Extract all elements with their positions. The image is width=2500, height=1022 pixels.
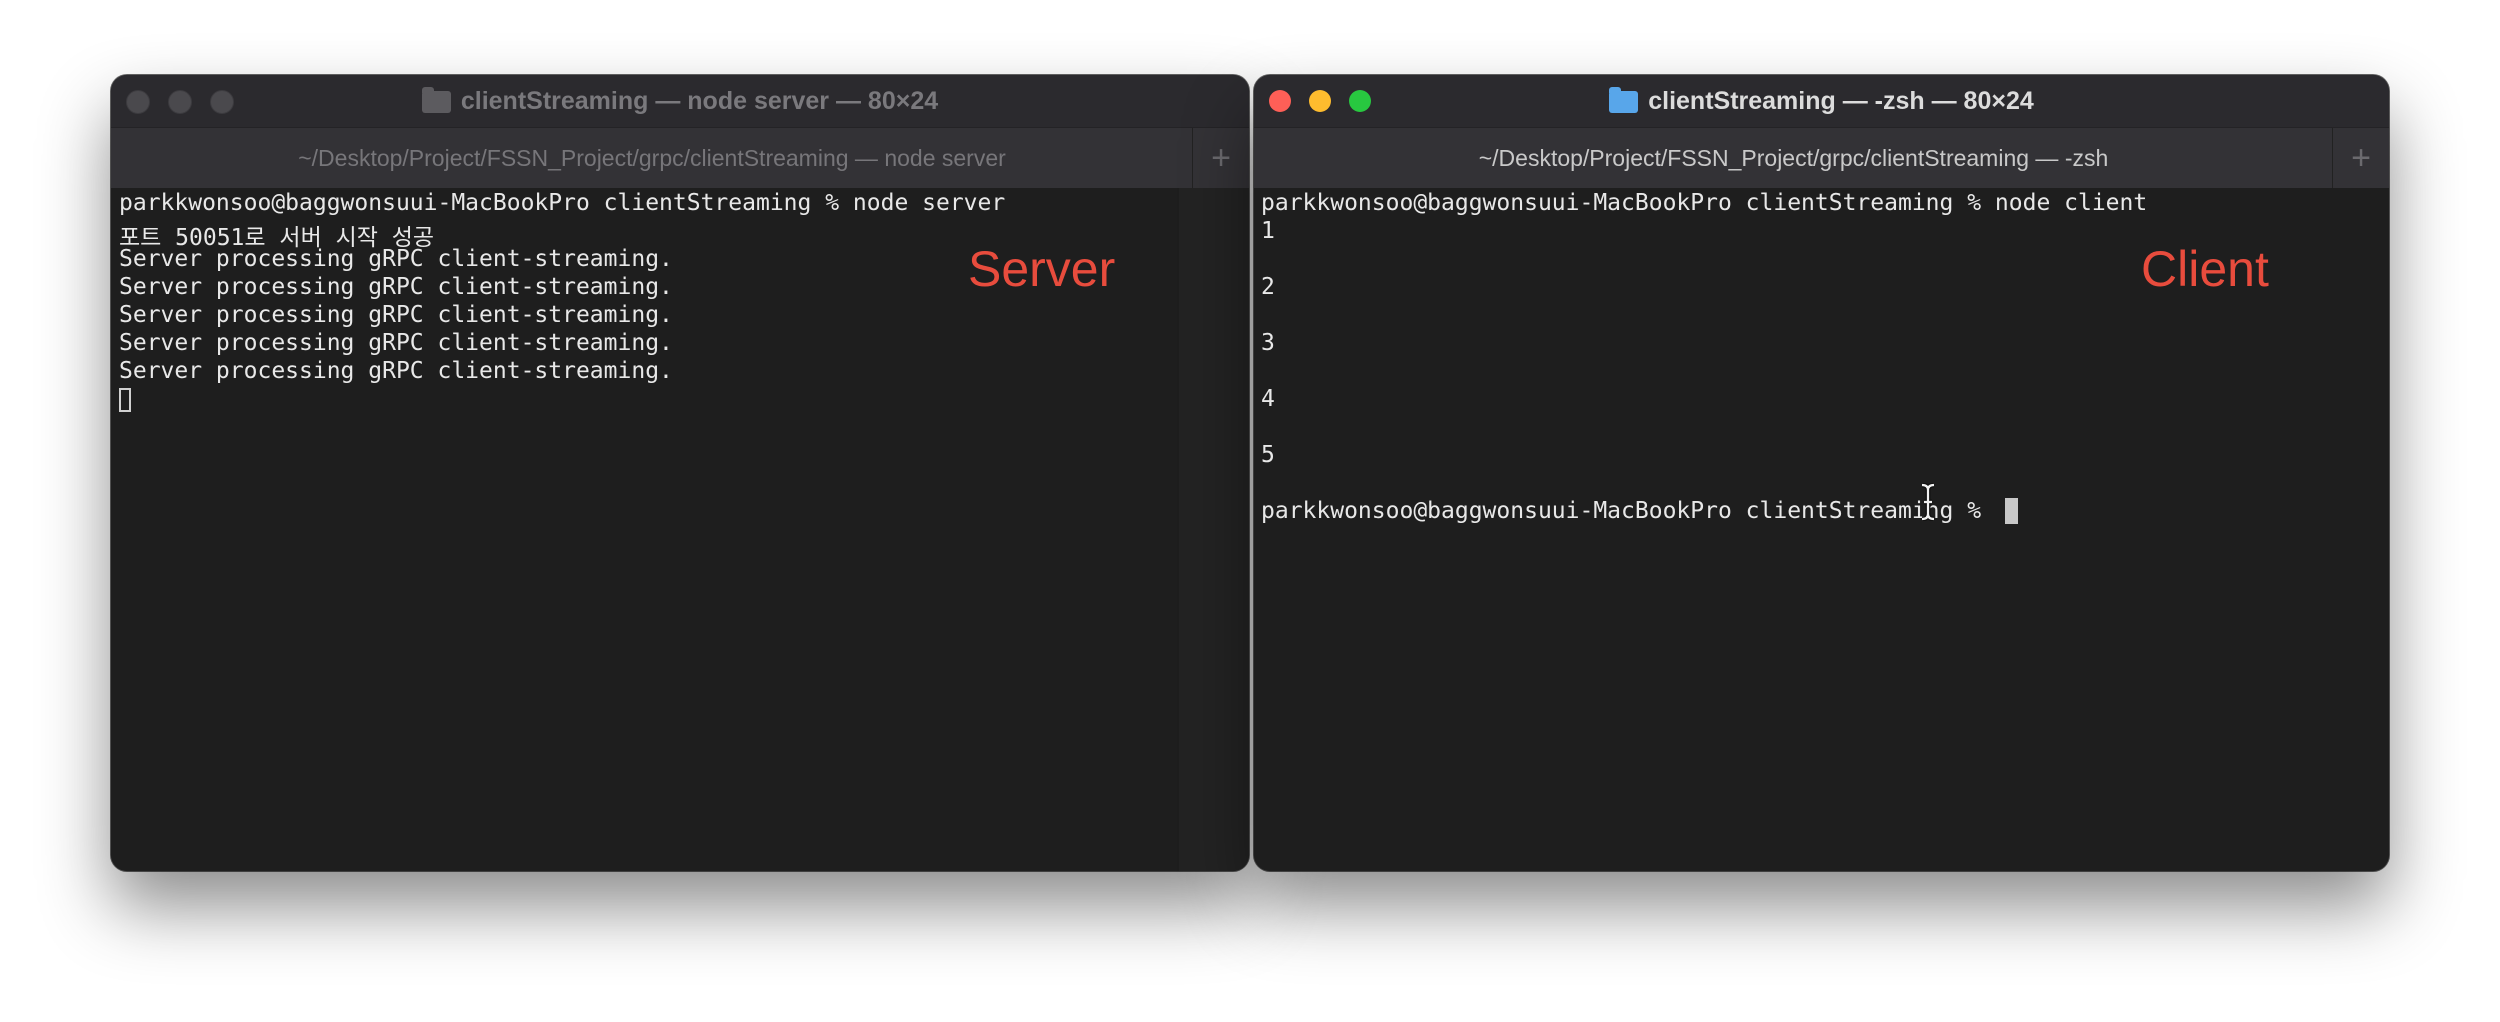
folder-icon xyxy=(421,87,451,113)
terminal-cursor xyxy=(119,388,131,412)
window-title-row: clientStreaming — -zsh — 80×24 xyxy=(1254,75,2389,127)
terminal-line: 1 xyxy=(1261,218,1275,244)
terminal-cursor xyxy=(2005,498,2018,524)
tab-label: ~/Desktop/Project/FSSN_Project/grpc/clie… xyxy=(1478,144,2109,171)
terminal-output[interactable]: parkkwonsoo@baggwonsuui-MacBookPro clien… xyxy=(1254,188,2389,871)
terminal-line: Server processing gRPC client-streaming. xyxy=(119,246,673,272)
client-terminal-window[interactable]: clientStreaming — -zsh — 80×24 ~/Desktop… xyxy=(1254,75,2389,871)
plus-icon: + xyxy=(2351,138,2371,177)
client-label: Client xyxy=(2141,241,2269,297)
window-title: clientStreaming — -zsh — 80×24 xyxy=(1648,86,2034,115)
tab-bar: ~/Desktop/Project/FSSN_Project/grpc/clie… xyxy=(1254,127,2389,189)
terminal-output[interactable]: parkkwonsoo@baggwonsuui-MacBookPro clien… xyxy=(111,188,1249,871)
window-title: clientStreaming — node server — 80×24 xyxy=(460,86,939,115)
terminal-line: Server processing gRPC client-streaming. xyxy=(119,274,673,300)
new-tab-button[interactable]: + xyxy=(2332,128,2389,188)
tab-bar: ~/Desktop/Project/FSSN_Project/grpc/clie… xyxy=(111,127,1249,189)
terminal-line: 4 xyxy=(1261,386,1275,412)
title-bar[interactable]: clientStreaming — node server — 80×24 xyxy=(111,75,1249,127)
terminal-prompt: parkkwonsoo@baggwonsuui-MacBookPro clien… xyxy=(1261,498,1995,524)
folder-icon xyxy=(1609,87,1639,113)
server-terminal-window[interactable]: clientStreaming — node server — 80×24 ~/… xyxy=(111,75,1249,871)
text-cursor-icon xyxy=(1921,483,1935,521)
terminal-line: Server processing gRPC client-streaming. xyxy=(119,358,673,384)
plus-icon: + xyxy=(1211,138,1231,177)
terminal-line: 5 xyxy=(1261,442,1275,468)
tab-zsh[interactable]: ~/Desktop/Project/FSSN_Project/grpc/clie… xyxy=(1254,128,2333,188)
tab-label: ~/Desktop/Project/FSSN_Project/grpc/clie… xyxy=(298,144,1006,171)
terminal-line: 3 xyxy=(1261,330,1275,356)
window-title-row: clientStreaming — node server — 80×24 xyxy=(111,75,1249,127)
terminal-line: Server processing gRPC client-streaming. xyxy=(119,330,673,356)
terminal-line: parkkwonsoo@baggwonsuui-MacBookPro clien… xyxy=(1261,190,2148,216)
scrollbar[interactable] xyxy=(1179,188,1249,871)
terminal-line: 2 xyxy=(1261,274,1275,300)
server-label: Server xyxy=(968,241,1116,297)
tab-node-server[interactable]: ~/Desktop/Project/FSSN_Project/grpc/clie… xyxy=(111,128,1193,188)
title-bar[interactable]: clientStreaming — -zsh — 80×24 xyxy=(1254,75,2389,127)
new-tab-button[interactable]: + xyxy=(1192,128,1249,188)
terminal-line: parkkwonsoo@baggwonsuui-MacBookPro clien… xyxy=(119,190,1006,216)
terminal-line: Server processing gRPC client-streaming. xyxy=(119,302,673,328)
